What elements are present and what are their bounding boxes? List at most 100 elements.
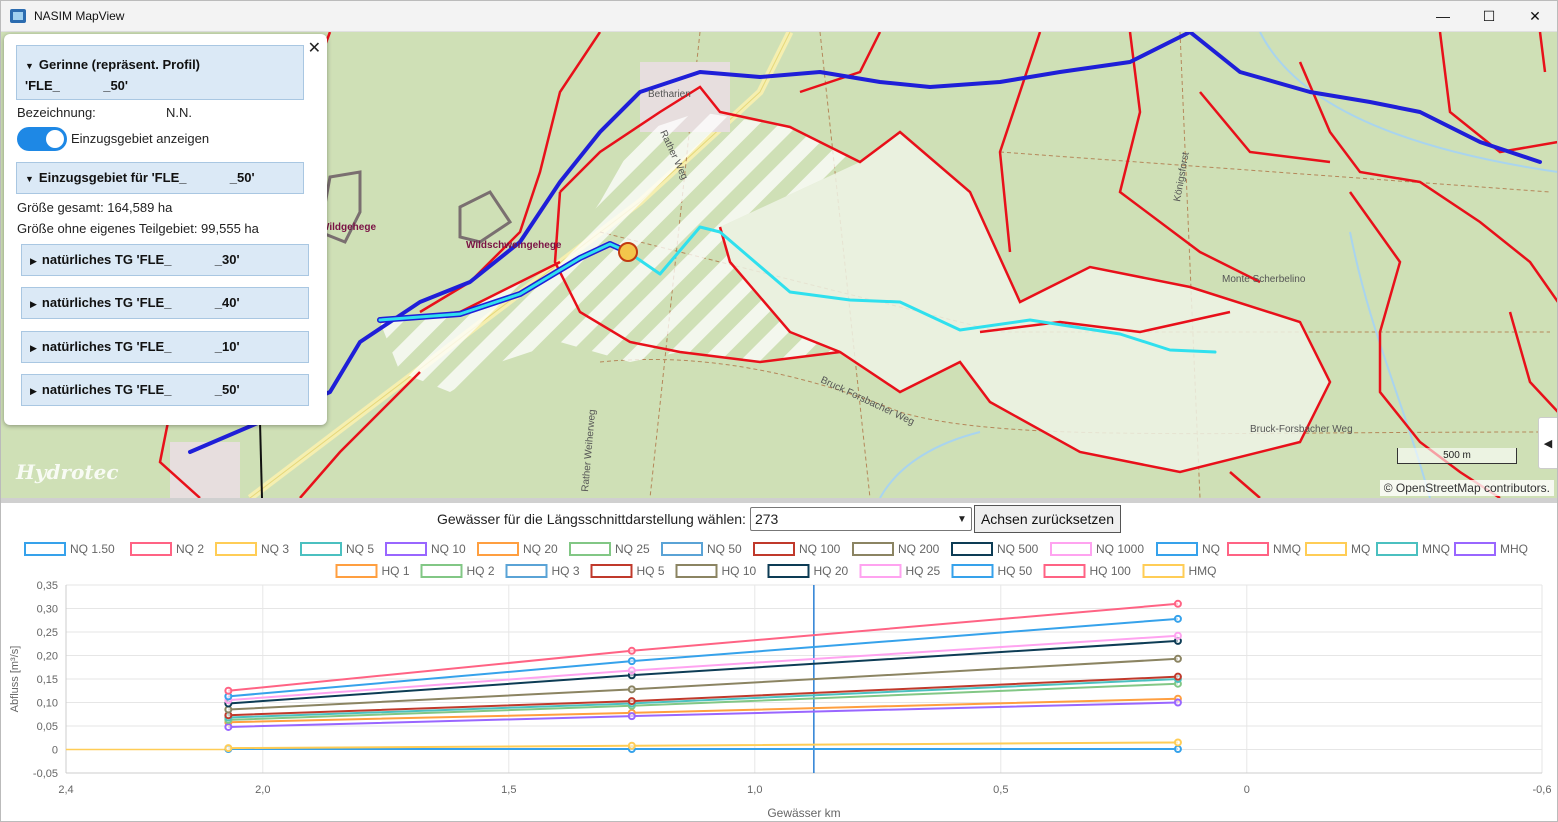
close-window-button[interactable]: ✕ — [1512, 0, 1558, 32]
y-tick-label: 0,15 — [37, 674, 58, 686]
legend-label: NQ 1.50 — [70, 542, 115, 556]
x-tick-label: -0,6 — [1533, 784, 1552, 796]
y-axis-title: Abfluss [m³/s] — [9, 646, 21, 713]
legend-label: HMQ — [1189, 564, 1217, 578]
legend-swatch — [1050, 542, 1092, 556]
legend-swatch — [590, 564, 633, 578]
longitudinal-chart[interactable]: NQ 1.50 NQ 2 NQ 3 NQ 5 NQ 10 NQ 20 NQ 25 NQ 50 N… — [0, 535, 1558, 822]
data-point — [627, 741, 636, 750]
legend-swatch — [420, 564, 463, 578]
data-point — [627, 685, 636, 694]
teilgebiet-label: natürliches TG 'FLE_ _10' — [41, 339, 240, 354]
gewaesser-label: Gewässer für die Längsschnittdarstellung… — [436, 511, 746, 527]
legend-swatch — [859, 564, 902, 578]
gewaesser-select[interactable]: 273 ▼ — [749, 507, 972, 531]
x-axis-title: Gewässer km — [767, 806, 840, 820]
legend-swatch — [1227, 542, 1269, 556]
caret-down-icon: ▼ — [25, 174, 34, 184]
teilgebiet-label: natürliches TG 'FLE_ _30' — [41, 252, 240, 267]
teilgebiet-label: natürliches TG 'FLE_ _50' — [41, 382, 240, 397]
chevron-left-icon: ◀ — [1543, 437, 1553, 450]
legend-swatch — [852, 542, 894, 556]
legend-swatch — [675, 564, 718, 578]
gerinne-title: Gerinne (repräsent. Profil) — [38, 57, 201, 72]
legend-label: HQ 50 — [998, 564, 1033, 578]
y-tick-label: -0,05 — [33, 768, 58, 780]
data-point — [224, 722, 233, 731]
svg-text:Monte Scherbelino: Monte Scherbelino — [1222, 274, 1306, 285]
teilgebiet-accordion-30[interactable]: ▶ natürliches TG 'FLE_ _30' — [21, 244, 309, 276]
legend-label: MHQ — [1500, 542, 1528, 556]
legend-swatch — [951, 542, 993, 556]
caret-down-icon: ▼ — [25, 61, 34, 71]
einzugsgebiet-accordion-header[interactable]: ▼ Einzugsgebiet für 'FLE_ _50' — [16, 162, 304, 194]
ez-title: Einzugsgebiet für 'FLE_ _50' — [38, 170, 255, 185]
legend-label: HQ 25 — [906, 564, 941, 578]
legend-swatch — [130, 542, 172, 556]
legend-swatch — [1454, 542, 1496, 556]
legend-label: NQ 20 — [523, 542, 558, 556]
legend-swatch — [951, 564, 994, 578]
data-point — [627, 697, 636, 706]
panel-toggle-button[interactable]: ◀ — [1538, 417, 1558, 469]
x-tick-label: 2,0 — [255, 784, 270, 796]
map-attribution[interactable]: © OpenStreetMap contributors. — [1379, 480, 1554, 496]
hydrotec-logo: Hydrotec — [16, 460, 119, 484]
series-line — [228, 602, 1179, 692]
teilgebiet-accordion-10[interactable]: ▶ natürliches TG 'FLE_ _10' — [21, 331, 309, 363]
legend-label: NQ — [1202, 542, 1220, 556]
data-point — [224, 686, 233, 695]
info-panel: ✕ ▼ Gerinne (repräsent. Profil) 'FLE_ _50… — [4, 34, 327, 425]
size-total: Größe gesamt: 164,589 ha — [17, 200, 173, 215]
size-own: Größe ohne eigenes Teilgebiet: 99,555 ha — [17, 221, 259, 236]
chart-controls: Gewässer für die Längsschnittdarstellung… — [0, 503, 1558, 535]
caret-right-icon: ▶ — [30, 343, 37, 353]
panel-close-button[interactable]: ✕ — [308, 38, 321, 58]
map-label: Betharien — [648, 89, 691, 100]
teilgebiet-accordion-40[interactable]: ▶ natürliches TG 'FLE_ _40' — [21, 287, 309, 319]
reset-axes-button[interactable]: Achsen zurücksetzen — [973, 505, 1122, 533]
svg-text:Wildschweingehege: Wildschweingehege — [466, 240, 562, 251]
gerinne-accordion-header[interactable]: ▼ Gerinne (repräsent. Profil) 'FLE_ _50' — [16, 45, 304, 100]
legend-swatch — [1142, 564, 1185, 578]
bezeichnung-label: Bezeichnung: — [17, 105, 96, 120]
teilgebiet-label: natürliches TG 'FLE_ _40' — [41, 295, 240, 310]
y-tick-label: 0,30 — [37, 604, 58, 616]
data-point — [1173, 738, 1182, 747]
data-point — [224, 705, 233, 714]
data-point — [627, 646, 636, 655]
legend-swatch — [335, 564, 378, 578]
data-point — [627, 666, 636, 675]
legend-label: NQ 500 — [997, 542, 1039, 556]
legend-label: NQ 10 — [431, 542, 466, 556]
title-bar: NASIM MapView — ☐ ✕ — [0, 0, 1558, 32]
svg-text:Wildgehege: Wildgehege — [320, 222, 376, 233]
window-title: NASIM MapView — [34, 8, 125, 23]
legend-swatch — [1156, 542, 1198, 556]
teilgebiet-accordion-50[interactable]: ▶ natürliches TG 'FLE_ _50' — [21, 374, 309, 406]
legend-swatch — [767, 564, 810, 578]
data-point — [1173, 599, 1182, 608]
data-point — [1173, 631, 1182, 640]
x-tick-label: 1,0 — [747, 784, 762, 796]
legend-label: HQ 10 — [722, 564, 757, 578]
legend-swatch — [1376, 542, 1418, 556]
legend-label: HQ 2 — [467, 564, 495, 578]
legend-label: NQ 3 — [261, 542, 289, 556]
y-tick-label: 0,35 — [37, 580, 58, 592]
minimize-button[interactable]: — — [1420, 0, 1466, 32]
caret-right-icon: ▶ — [30, 299, 37, 309]
legend-swatch — [569, 542, 611, 556]
data-point — [224, 744, 233, 753]
toggle-label: Einzugsgebiet anzeigen — [71, 131, 210, 146]
bezeichnung-value: N.N. — [166, 105, 192, 120]
series-line — [228, 639, 1178, 705]
legend-label: NQ 50 — [707, 542, 742, 556]
data-point — [1173, 614, 1182, 623]
chevron-down-icon: ▼ — [957, 513, 967, 525]
maximize-button[interactable]: ☐ — [1466, 0, 1512, 32]
y-tick-label: 0 — [52, 745, 58, 757]
einzugsgebiet-toggle[interactable] — [17, 127, 67, 151]
legend-swatch — [1305, 542, 1347, 556]
data-point — [1173, 672, 1182, 681]
